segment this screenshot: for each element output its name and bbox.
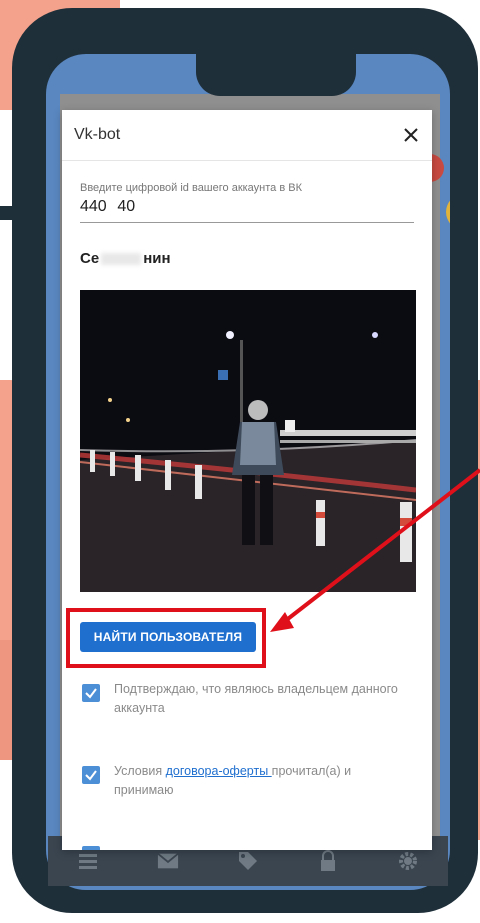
annotation-arrow	[270, 468, 480, 632]
screenshot-stage: Vk-bot Введите цифровой id вашего аккаун…	[0, 0, 480, 923]
